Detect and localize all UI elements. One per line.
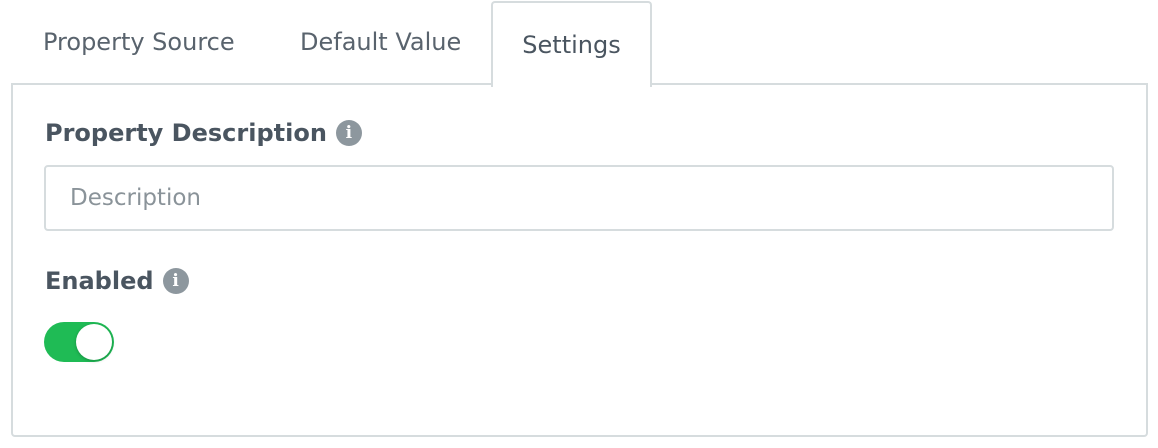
info-icon[interactable]: i <box>162 268 189 294</box>
settings-panel: Property Description i Enabled i <box>11 83 1148 437</box>
info-icon[interactable]: i <box>335 120 362 146</box>
toggle-knob <box>76 324 112 360</box>
enabled-label: Enabled i <box>45 267 189 295</box>
property-description-label: Property Description i <box>45 119 362 147</box>
tab-property-source[interactable]: Property Source <box>43 0 235 85</box>
enabled-toggle[interactable] <box>44 322 114 362</box>
enabled-label-text: Enabled <box>45 267 154 295</box>
tab-bar: Property Source Default Value Settings <box>12 0 1146 87</box>
tab-default-value[interactable]: Default Value <box>300 0 461 85</box>
tab-settings[interactable]: Settings <box>491 1 652 87</box>
description-input[interactable] <box>44 165 1114 231</box>
property-description-label-text: Property Description <box>45 119 327 147</box>
